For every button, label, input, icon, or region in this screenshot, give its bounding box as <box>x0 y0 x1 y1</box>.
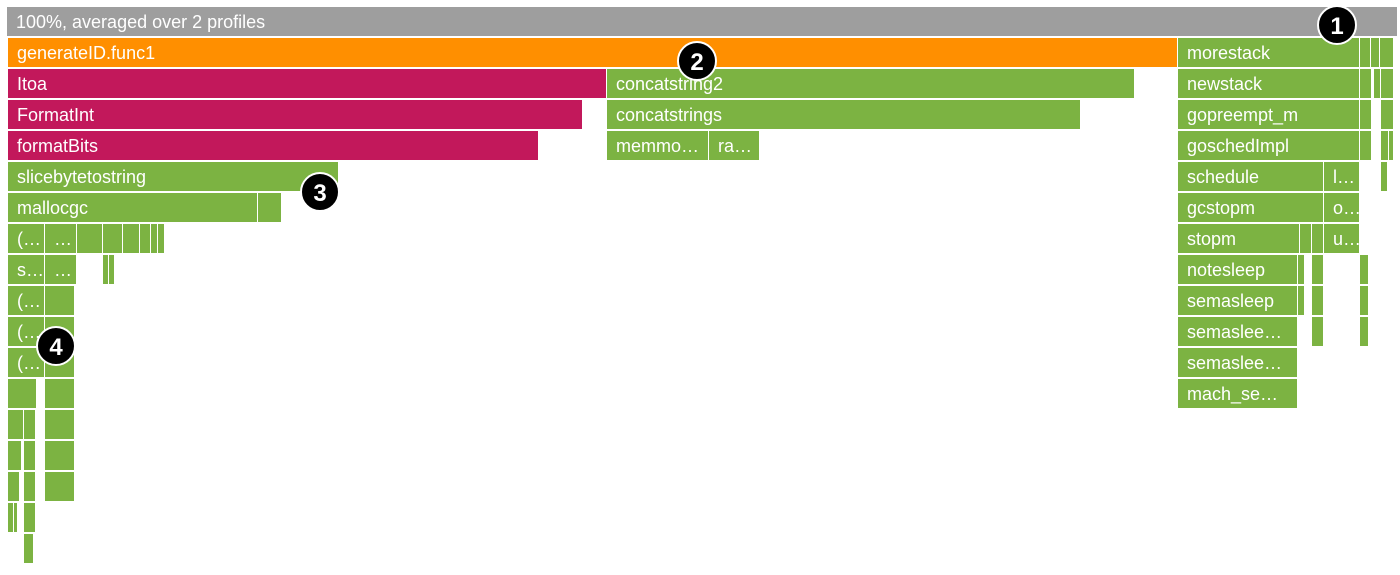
frame-small[interactable] <box>1360 131 1372 161</box>
frame-small[interactable] <box>1360 38 1371 68</box>
frame-small[interactable] <box>45 441 75 471</box>
frame-small[interactable] <box>1298 286 1305 316</box>
frame-small[interactable] <box>1312 224 1324 254</box>
frame-notesleep[interactable]: notesleep <box>1178 255 1298 285</box>
frame-small[interactable] <box>24 534 34 564</box>
frame-schedule[interactable]: schedule <box>1178 162 1324 192</box>
callout-badge-1: 1 <box>1317 5 1357 45</box>
frame-small[interactable] <box>24 441 36 471</box>
frame-formatbits[interactable]: formatBits <box>8 131 539 161</box>
flame-root-frame[interactable]: 100%, averaged over 2 profiles <box>7 7 1398 37</box>
frame-small[interactable] <box>140 224 151 254</box>
frame-small[interactable] <box>1371 38 1380 68</box>
frame-small[interactable] <box>1380 38 1394 68</box>
frame-small[interactable] <box>24 503 36 533</box>
frame-small[interactable] <box>151 224 158 254</box>
frame-slicebytetostring[interactable]: slicebytetostring <box>8 162 339 192</box>
frame-small[interactable] <box>1360 100 1372 130</box>
frame-semasleep-2[interactable]: semaslee… <box>1178 317 1298 347</box>
frame-stopm[interactable]: stopm <box>1178 224 1300 254</box>
frame-goschedimpl[interactable]: goschedImpl <box>1178 131 1360 161</box>
frame-small[interactable] <box>123 224 140 254</box>
frame-small[interactable] <box>1374 69 1381 99</box>
frame-mach-semaphore[interactable]: mach_se… <box>1178 379 1298 409</box>
frame-small[interactable] <box>1389 131 1394 161</box>
frame-small[interactable] <box>103 224 123 254</box>
frame-rawstring[interactable]: ra… <box>709 131 760 161</box>
frame-small[interactable] <box>1360 317 1369 347</box>
frame-l-small[interactable]: l… <box>1324 162 1360 192</box>
frame-semasleep-3[interactable]: semaslee… <box>1178 348 1298 378</box>
frame-small[interactable] <box>109 255 115 285</box>
frame-gopreempt-m[interactable]: gopreempt_m <box>1178 100 1360 130</box>
frame-small[interactable] <box>1360 286 1369 316</box>
frame-small[interactable] <box>1360 69 1372 99</box>
frame-memmove[interactable]: memmo… <box>607 131 709 161</box>
frame-small[interactable] <box>1312 317 1324 347</box>
frame-small[interactable] <box>45 410 75 440</box>
callout-badge-2: 2 <box>677 41 717 81</box>
frame-semasleep[interactable]: semasleep <box>1178 286 1298 316</box>
frame-concatstrings[interactable]: concatstrings <box>607 100 1081 130</box>
frame-mallocgc-child[interactable]: … <box>45 255 77 285</box>
frame-small[interactable] <box>8 472 20 502</box>
frame-small[interactable] <box>1300 224 1312 254</box>
frame-small[interactable] <box>77 224 103 254</box>
frame-o-small[interactable]: o… <box>1324 193 1360 223</box>
flame-graph: 100%, averaged over 2 profiles generateI… <box>0 0 1400 575</box>
frame-newstack[interactable]: newstack <box>1178 69 1360 99</box>
frame-mallocgc[interactable]: mallocgc <box>8 193 258 223</box>
frame-small[interactable] <box>45 286 75 316</box>
frame-mallocgc-child[interactable]: (… <box>8 224 45 254</box>
frame-small[interactable] <box>14 503 18 533</box>
frame-formatint[interactable]: FormatInt <box>8 100 583 130</box>
frame-mallocgc-child[interactable]: … <box>45 224 77 254</box>
callout-badge-4: 4 <box>36 326 76 366</box>
frame-small[interactable] <box>1298 255 1305 285</box>
frame-small[interactable] <box>1381 69 1394 99</box>
frame-small[interactable] <box>8 441 22 471</box>
frame-small[interactable] <box>158 224 165 254</box>
frame-small[interactable] <box>45 472 75 502</box>
frame-mallocgc-child[interactable]: (… <box>8 286 45 316</box>
frame-gcstopm[interactable]: gcstopm <box>1178 193 1324 223</box>
frame-small[interactable] <box>258 193 282 223</box>
frame-generateID-func1[interactable]: generateID.func1 <box>8 38 1178 68</box>
frame-itoa[interactable]: Itoa <box>8 69 607 99</box>
frame-mallocgc-child[interactable]: s… <box>8 255 45 285</box>
frame-small[interactable] <box>1381 131 1389 161</box>
frame-small[interactable] <box>8 410 24 440</box>
callout-badge-3: 3 <box>300 172 340 212</box>
frame-small[interactable] <box>24 410 36 440</box>
frame-small[interactable] <box>1381 162 1388 192</box>
frame-small[interactable] <box>24 472 36 502</box>
frame-small[interactable] <box>1381 100 1394 130</box>
frame-small[interactable] <box>1360 255 1369 285</box>
frame-u-small[interactable]: u… <box>1324 224 1360 254</box>
frame-small[interactable] <box>1312 255 1324 285</box>
frame-small[interactable] <box>1312 286 1324 316</box>
frame-small[interactable] <box>8 379 37 409</box>
frame-small[interactable] <box>45 379 75 409</box>
